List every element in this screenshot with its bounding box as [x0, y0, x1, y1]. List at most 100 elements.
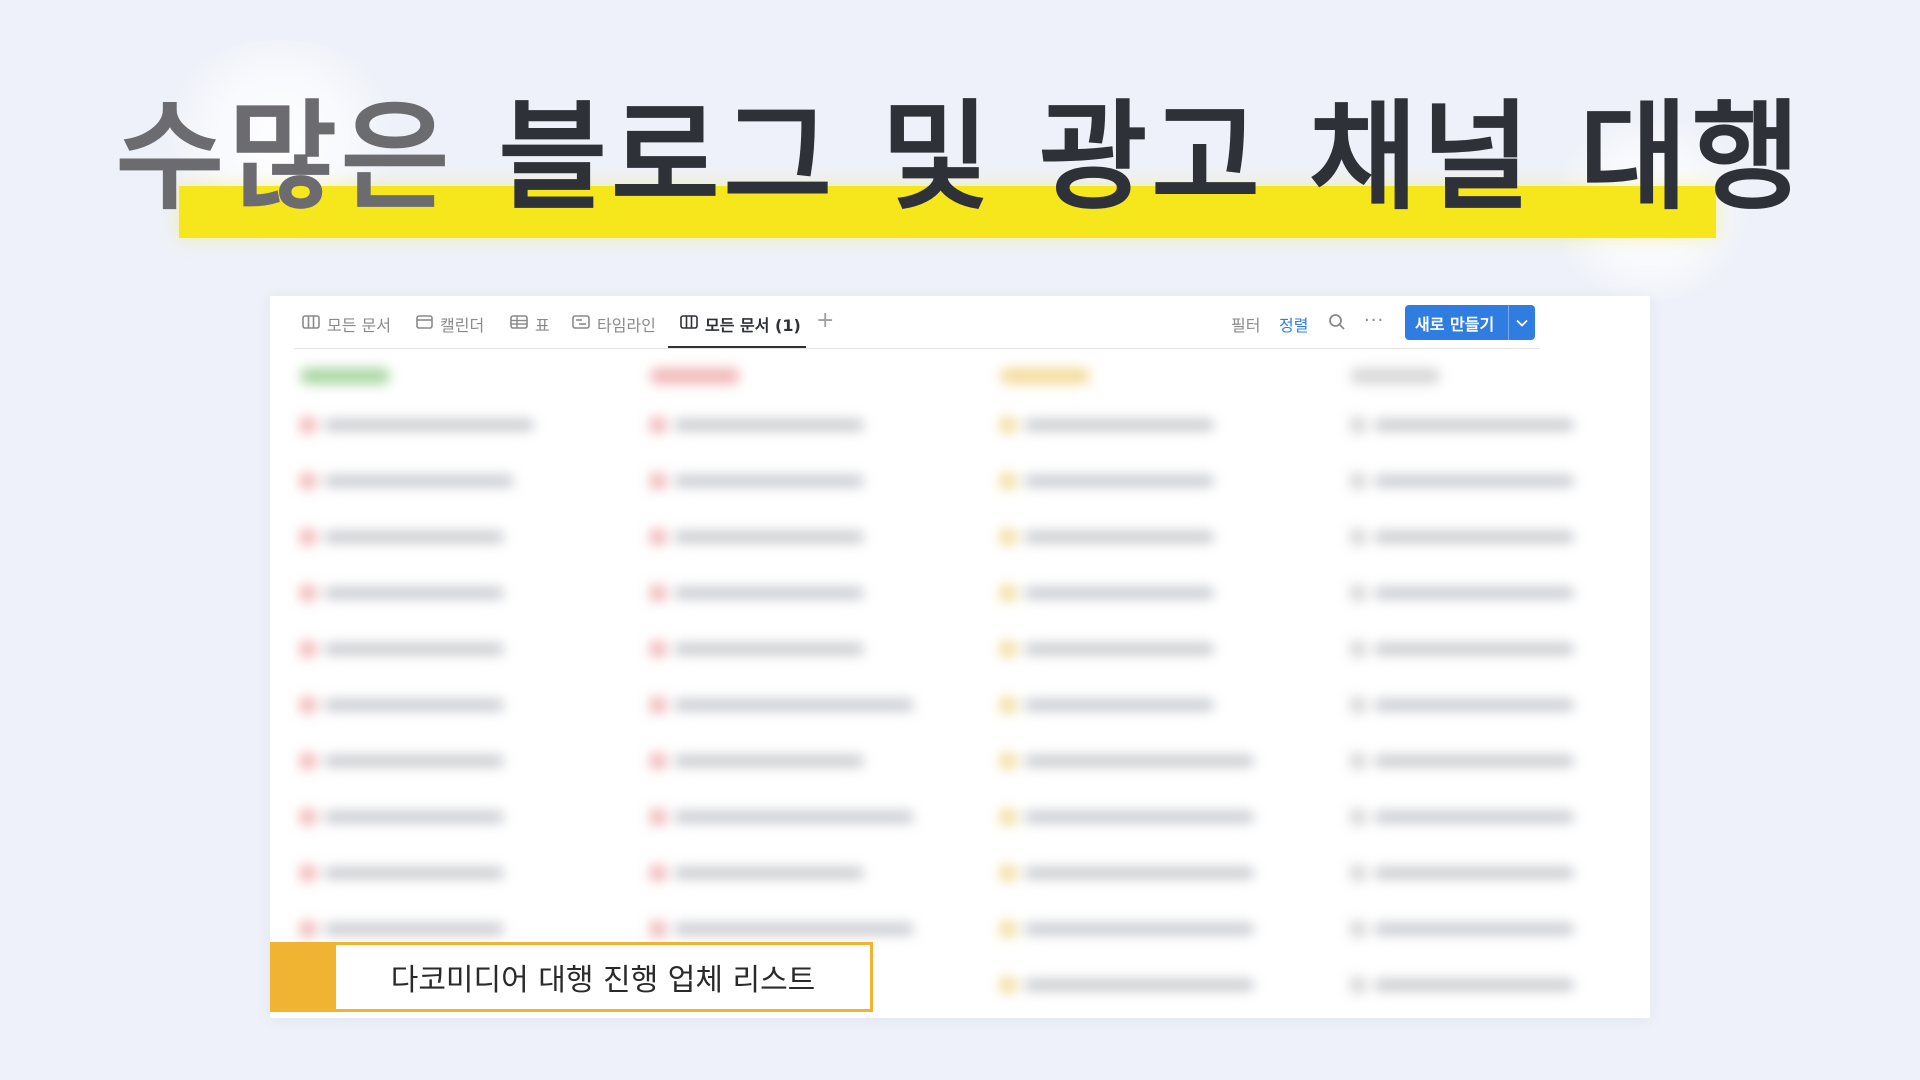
blurred-card-text: [1374, 587, 1574, 599]
caption-text: 다코미디어 대행 진행 업체 리스트: [390, 963, 816, 998]
caption-box: 다코미디어 대행 진행 업체 리스트: [336, 942, 873, 1012]
blurred-card-icon: [650, 529, 666, 545]
add-view-button[interactable]: +: [816, 308, 834, 333]
blurred-card-text: [1374, 923, 1574, 935]
blurred-card-text: [674, 419, 864, 431]
blurred-card-row: [300, 697, 504, 713]
blurred-card-row: [650, 921, 914, 937]
blurred-card-row: [300, 473, 514, 489]
blurred-card-icon: [300, 753, 316, 769]
blurred-card-text: [1024, 587, 1214, 599]
more-options-icon[interactable]: ···: [1364, 310, 1384, 331]
blurred-card-icon: [650, 697, 666, 713]
blurred-card-row: [650, 529, 864, 545]
blurred-card-icon: [1000, 977, 1016, 993]
tab-table[interactable]: 표: [510, 312, 550, 336]
blurred-card-icon: [1000, 865, 1016, 881]
table-icon: [510, 314, 528, 334]
blurred-card-icon: [300, 697, 316, 713]
tab-label: 캘린더: [440, 316, 485, 335]
blurred-card-row: [1000, 585, 1214, 601]
blurred-card-icon: [1350, 977, 1366, 993]
chevron-down-icon[interactable]: [1508, 305, 1535, 340]
blurred-card-icon: [300, 585, 316, 601]
blurred-card-row: [1000, 417, 1214, 433]
new-button-label: 새로 만들기: [1415, 314, 1495, 334]
database-panel: 모든 문서 캘린더 표 타임라인 모든 문서 (1) + 필터 정렬 ··· 새…: [270, 296, 1650, 1018]
blurred-card-row: [650, 809, 914, 825]
blurred-card-icon: [650, 865, 666, 881]
blurred-card-icon: [1000, 417, 1016, 433]
blurred-card-text: [674, 699, 914, 711]
blurred-card-text: [1374, 643, 1574, 655]
blurred-card-text: [1024, 923, 1254, 935]
blurred-card-row: [300, 585, 504, 601]
blurred-card-text: [674, 475, 864, 487]
blurred-card-icon: [650, 641, 666, 657]
blurred-card-icon: [650, 473, 666, 489]
blurred-card-text: [1374, 531, 1574, 543]
blurred-card-text: [1024, 419, 1214, 431]
tab-label: 표: [535, 316, 550, 335]
search-icon[interactable]: [1328, 313, 1346, 335]
blurred-card-row: [1350, 641, 1574, 657]
blurred-card-text: [1374, 755, 1574, 767]
blurred-card-text: [1374, 475, 1574, 487]
toolbar-divider: [294, 348, 1540, 349]
blurred-card-icon: [1000, 529, 1016, 545]
blurred-card-row: [650, 753, 864, 769]
tab-label: 타임라인: [597, 316, 656, 335]
timeline-icon: [572, 314, 590, 334]
tab-all-docs-1[interactable]: 모든 문서 (1): [680, 312, 801, 336]
blurred-card-icon: [1000, 809, 1016, 825]
blurred-card-text: [1024, 979, 1254, 991]
blurred-card-text: [674, 867, 864, 879]
tab-label: 모든 문서: [327, 316, 391, 335]
blurred-card-row: [1350, 585, 1574, 601]
caption-accent-block: [270, 942, 336, 1012]
blurred-card-icon: [1350, 697, 1366, 713]
sort-button[interactable]: 정렬: [1279, 312, 1308, 336]
blurred-card-text: [324, 475, 514, 487]
blurred-board-content: [270, 356, 1650, 1018]
blurred-card-icon: [1000, 753, 1016, 769]
tab-all-docs[interactable]: 모든 문서: [302, 312, 391, 336]
blurred-card-icon: [300, 529, 316, 545]
blurred-card-icon: [650, 753, 666, 769]
new-button[interactable]: 새로 만들기: [1405, 305, 1535, 340]
blurred-card-text: [674, 755, 864, 767]
blurred-card-row: [1350, 753, 1574, 769]
blurred-card-row: [1350, 865, 1574, 881]
blurred-card-row: [650, 865, 864, 881]
blurred-card-text: [674, 923, 914, 935]
blurred-card-icon: [300, 473, 316, 489]
blurred-card-icon: [1350, 585, 1366, 601]
blurred-card-row: [300, 417, 534, 433]
blurred-card-icon: [1350, 473, 1366, 489]
blurred-card-icon: [650, 585, 666, 601]
blurred-card-text: [1374, 867, 1574, 879]
blurred-card-icon: [650, 417, 666, 433]
headline-word-1: 수많은: [115, 88, 454, 226]
blurred-card-row: [1350, 473, 1574, 489]
blurred-card-row: [1350, 697, 1574, 713]
blurred-card-icon: [300, 641, 316, 657]
calendar-icon: [416, 314, 433, 334]
blurred-column-header: [1000, 368, 1090, 384]
blurred-card-row: [1000, 809, 1254, 825]
blurred-card-row: [300, 921, 504, 937]
filter-button[interactable]: 필터: [1231, 312, 1260, 336]
view-toolbar: 모든 문서 캘린더 표 타임라인 모든 문서 (1) + 필터 정렬 ··· 새…: [270, 296, 1650, 349]
blurred-card-icon: [300, 865, 316, 881]
blurred-card-icon: [300, 809, 316, 825]
blurred-card-text: [674, 531, 864, 543]
blurred-card-icon: [1350, 641, 1366, 657]
blurred-card-row: [1350, 529, 1574, 545]
headline-banner: 수많은 블로그 및 광고 채널 대행: [0, 0, 1920, 300]
tab-calendar[interactable]: 캘린더: [416, 312, 484, 336]
blurred-card-text: [674, 811, 914, 823]
blurred-card-row: [300, 753, 504, 769]
blurred-card-icon: [1000, 921, 1016, 937]
tab-timeline[interactable]: 타임라인: [572, 312, 656, 336]
blurred-card-text: [324, 755, 504, 767]
